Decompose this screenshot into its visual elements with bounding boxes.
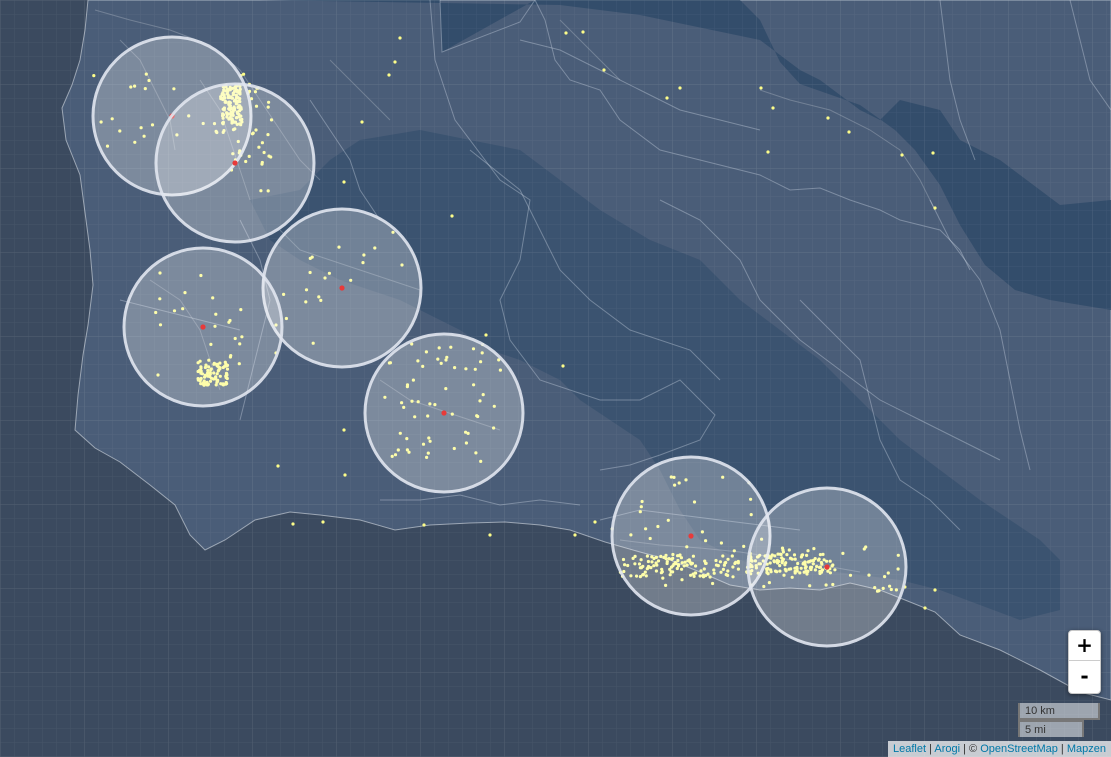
poi-point <box>422 523 426 527</box>
poi-point <box>321 520 325 524</box>
poi-point <box>342 180 346 184</box>
poi-point <box>933 588 937 592</box>
poi-point <box>602 68 606 72</box>
poi-point <box>561 364 565 368</box>
arogi-link[interactable]: Arogi <box>934 743 960 755</box>
poi-point <box>593 520 597 524</box>
leaflet-link[interactable]: Leaflet <box>893 743 926 755</box>
poi-point <box>393 60 397 64</box>
poi-point <box>343 473 347 477</box>
poi-point <box>291 522 295 526</box>
poi-point <box>931 151 935 155</box>
attribution: Leaflet | Arogi | © OpenStreetMap | Mapz… <box>887 741 1111 757</box>
zone-center-marker[interactable] <box>824 564 830 570</box>
poi-point <box>488 533 492 537</box>
poi-point <box>678 86 682 90</box>
zone-center-marker[interactable] <box>339 285 345 291</box>
poi-point <box>387 73 391 77</box>
poi-point <box>826 116 830 120</box>
poi-point <box>484 333 488 337</box>
zone-center-marker[interactable] <box>200 324 206 330</box>
poi-point <box>933 206 937 210</box>
poi-point <box>759 86 763 90</box>
poi-point <box>771 106 775 110</box>
map-canvas[interactable] <box>0 0 1111 757</box>
poi-point <box>766 150 770 154</box>
poi-point <box>665 96 669 100</box>
poi-point <box>276 464 280 468</box>
poi-point <box>581 30 585 34</box>
zoom-control: + - <box>1068 630 1101 694</box>
poi-point <box>573 533 577 537</box>
poi-point <box>847 130 851 134</box>
poi-point <box>342 428 346 432</box>
poi-point <box>242 72 246 76</box>
scale-metric: 10 km <box>1018 703 1100 720</box>
poi-point <box>360 120 364 124</box>
poi-point <box>450 214 454 218</box>
zoom-out-button[interactable]: - <box>1069 661 1100 692</box>
zoom-in-button[interactable]: + <box>1069 631 1100 661</box>
poi-point <box>564 31 568 35</box>
poi-point <box>900 153 904 157</box>
zone-center-marker[interactable] <box>232 160 238 166</box>
scale-bar: 10 km 5 mi <box>1018 703 1100 738</box>
zone-center-marker[interactable] <box>688 533 694 539</box>
poi-point <box>923 606 927 610</box>
openstreetmap-link[interactable]: OpenStreetMap <box>980 743 1058 755</box>
mapzen-link[interactable]: Mapzen <box>1067 743 1106 755</box>
attribution-separator: | © <box>960 743 981 755</box>
poi-point <box>398 36 402 40</box>
scale-imperial: 5 mi <box>1018 720 1084 737</box>
attribution-separator: | <box>1057 743 1067 755</box>
poi-point <box>92 74 96 78</box>
zone-center-marker[interactable] <box>441 410 447 416</box>
